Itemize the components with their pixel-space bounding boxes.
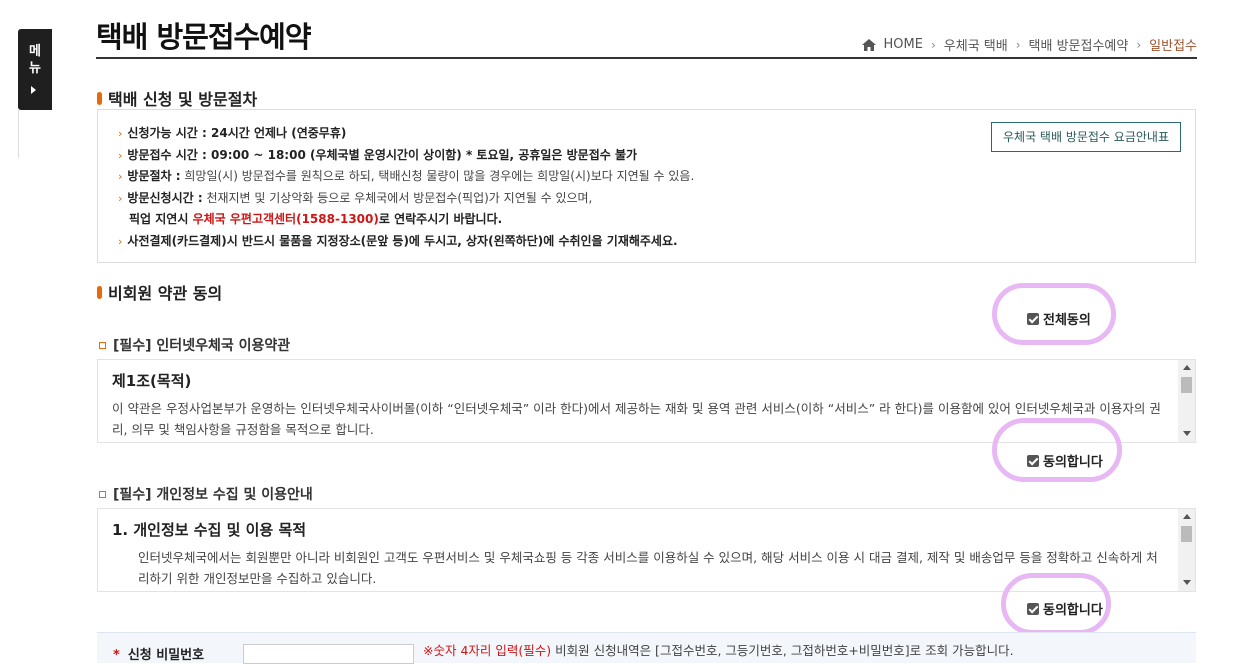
password-label: * 신청 비밀번호 <box>113 648 205 663</box>
side-menu-label: 메뉴 <box>29 44 41 76</box>
divider <box>18 110 19 158</box>
chevron-right-icon: › <box>118 192 123 205</box>
info-line: 픽업 지연시 우체국 우편고객센터(1588-1300)로 연락주시기 바랍니다… <box>129 212 503 226</box>
checkbox-checked-icon <box>1027 312 1039 325</box>
chevron-right-icon: › <box>1015 37 1021 52</box>
info-line: › 사전결제(카드결제)시 반드시 물품을 지정장소(문앞 등)에 두시고, 상자… <box>118 234 678 248</box>
square-bullet-icon <box>99 490 106 498</box>
checkbox-checked-icon <box>1027 602 1039 615</box>
info-line: › 방문접수 시간 : 09:00 ~ 18:00 (우체국별 운영시간이 상이함… <box>118 148 638 162</box>
title-divider <box>96 57 1197 59</box>
info-line: › 방문절차 : 희망일(시) 방문접수를 원칙으로 하되, 택배신청 물량이 많… <box>118 169 695 183</box>
terms-heading: 1. 개인정보 수집 및 이용 목적 <box>112 521 307 539</box>
section-title: 비회원 약관 동의 <box>97 280 222 304</box>
fee-table-button[interactable]: 우체국 택배 방문접수 요금안내표 <box>991 122 1181 152</box>
terms1-agree-checkbox[interactable]: 동의합니다 <box>1027 451 1103 470</box>
terms-heading: 제1조(목적) <box>112 372 192 390</box>
chevron-right-icon: › <box>118 235 123 248</box>
scroll-thumb[interactable] <box>1181 377 1192 393</box>
bullet-icon <box>97 285 102 299</box>
scroll-down-icon[interactable] <box>1183 431 1191 436</box>
chevron-right-icon: › <box>930 37 936 52</box>
password-input[interactable] <box>243 644 414 664</box>
section-title: 택배 신청 및 방문절차 <box>97 86 257 110</box>
scroll-up-icon[interactable] <box>1183 365 1191 370</box>
bullet-icon <box>97 91 102 105</box>
home-icon[interactable] <box>861 38 876 51</box>
checkbox-checked-icon <box>1027 454 1039 467</box>
page-title: 택배 방문접수예약 <box>96 20 312 54</box>
terms-title: [필수] 개인정보 수집 및 이용안내 <box>99 484 313 504</box>
breadcrumb-current: 일반접수 <box>1149 39 1197 54</box>
scroll-down-icon[interactable] <box>1183 580 1191 585</box>
chevron-right-icon: › <box>118 149 123 162</box>
required-icon: * <box>113 648 120 663</box>
scrollbar[interactable] <box>1178 509 1195 591</box>
side-menu-tab[interactable]: 메뉴 <box>18 29 52 110</box>
breadcrumb-item[interactable]: 우체국 택배 <box>944 35 1008 54</box>
breadcrumb-item[interactable]: 택배 방문접수예약 <box>1029 35 1129 54</box>
chevron-right-icon: › <box>118 127 123 140</box>
scrollbar[interactable] <box>1178 360 1195 442</box>
scroll-up-icon[interactable] <box>1183 514 1191 519</box>
breadcrumb: HOME › 우체국 택배 › 택배 방문접수예약 › 일반접수 <box>861 35 1197 54</box>
highlight-annotation <box>992 418 1122 482</box>
terms2-agree-checkbox[interactable]: 동의합니다 <box>1027 599 1103 618</box>
info-box: › 신청가능 시간 : 24시간 언제나 (연중무휴) › 방문접수 시간 : 09… <box>97 109 1196 263</box>
breadcrumb-home[interactable]: HOME <box>884 37 923 52</box>
square-bullet-icon <box>99 341 106 349</box>
info-line: › 신청가능 시간 : 24시간 언제나 (연중무휴) <box>118 126 347 140</box>
chevron-right-icon: › <box>1136 37 1142 52</box>
chevron-right-icon <box>31 86 36 94</box>
info-line: › 방문신청시간 : 천재지변 및 기상악화 등으로 우체국에서 방문접수(픽업)… <box>118 191 593 205</box>
password-note: ※숫자 4자리 입력(필수) 비회원 신청내역은 [그접수번호, 그등기번호, … <box>423 643 1014 658</box>
scroll-thumb[interactable] <box>1181 526 1192 542</box>
agree-all-checkbox[interactable]: 전체동의 <box>1027 309 1091 328</box>
chevron-right-icon: › <box>118 170 123 183</box>
terms-title: [필수] 인터넷우체국 이용약관 <box>99 335 290 355</box>
